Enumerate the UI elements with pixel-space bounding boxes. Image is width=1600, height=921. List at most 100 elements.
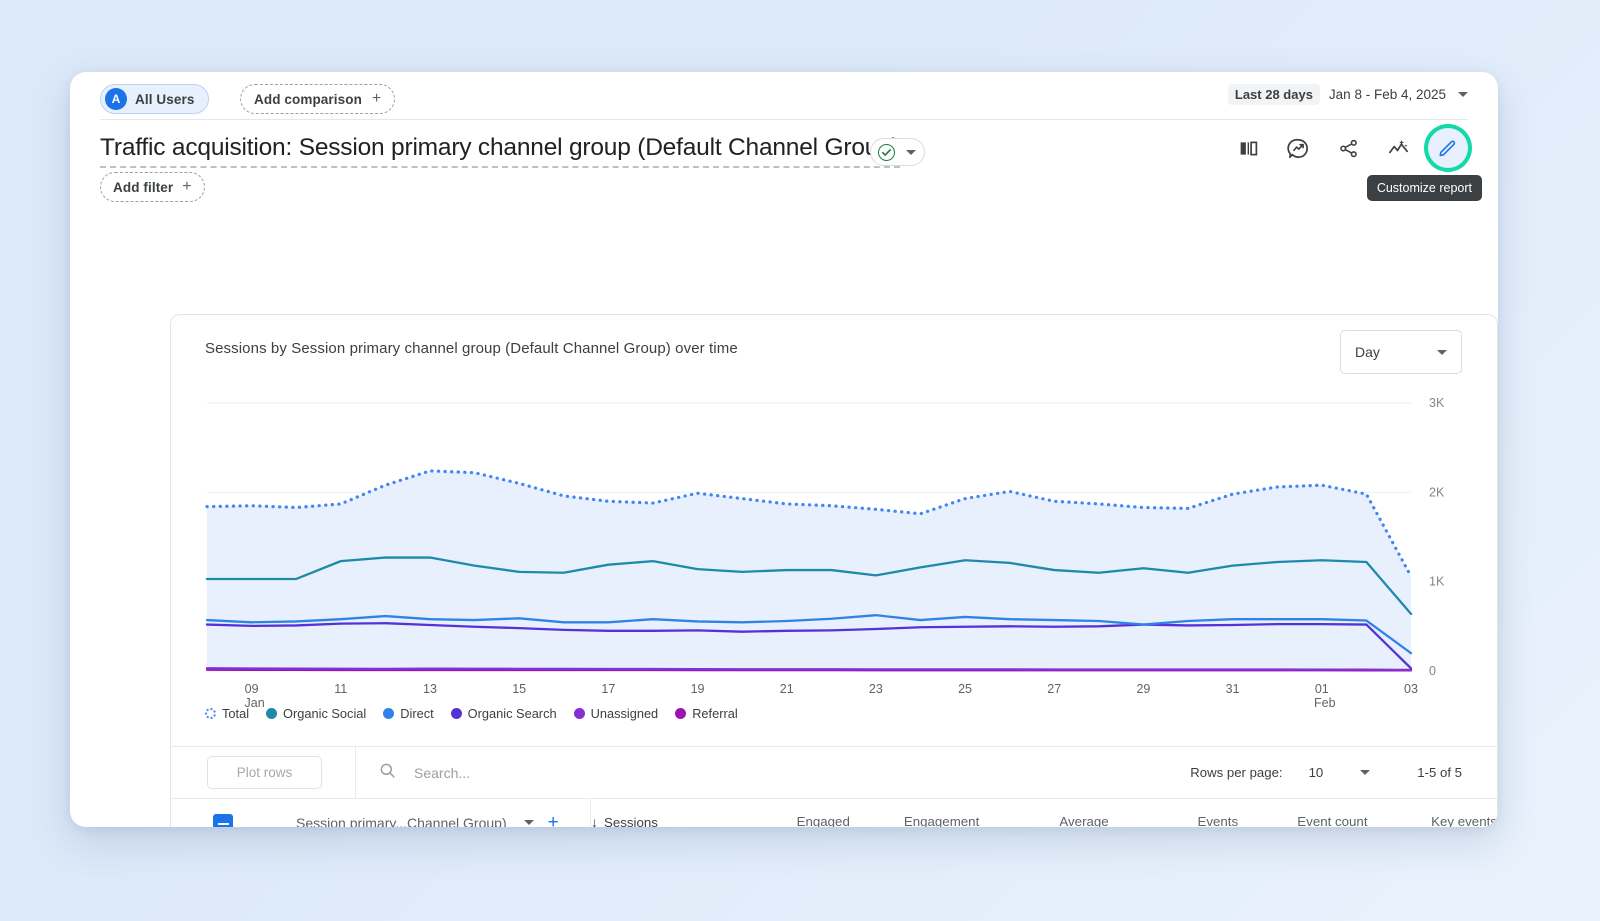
y-axis-tick-1: 1K (1429, 575, 1445, 589)
column-header-line: Key events (1368, 812, 1497, 827)
column-header-text: Event count (1297, 813, 1367, 827)
column-header-text: Engaged (797, 813, 850, 827)
legend-swatch-icon (451, 708, 462, 719)
granularity-dropdown[interactable]: Day (1340, 330, 1462, 374)
legend-swatch-icon (675, 708, 686, 719)
legend-item-organic-social[interactable]: Organic Social (266, 706, 366, 721)
search-input[interactable] (412, 764, 812, 782)
top-bar: A All Users Add comparison + Last 28 day… (100, 72, 1468, 120)
y-axis-tick-2: 2K (1429, 485, 1445, 499)
column-header-text: Average (1059, 813, 1108, 827)
add-filter-label: Add filter (113, 180, 173, 195)
legend-label: Direct (400, 706, 433, 721)
table-controls: Plot rows Rows per page: 10 1-5 of 5 (171, 746, 1497, 798)
x-axis-tick-0: 09 (245, 682, 259, 696)
tooltip-customize-report: Customize report (1367, 175, 1482, 201)
dimension-label: Session primary...Channel Group) (296, 815, 507, 828)
x-axis-tick-2: 13 (423, 682, 437, 696)
add-comparison-button[interactable]: Add comparison + (240, 84, 395, 114)
x-axis-tick-4: 17 (601, 682, 615, 696)
x-axis-tick-6: 21 (780, 682, 794, 696)
column-header-sessions[interactable]: ↓Sessions (591, 799, 720, 827)
column-header-engaged-sessions[interactable]: Engagedsessions (720, 799, 849, 827)
page-title: Traffic acquisition: Session primary cha… (100, 134, 900, 168)
plus-icon: + (372, 91, 381, 107)
chart-card: Sessions by Session primary channel grou… (170, 314, 1498, 827)
report-actions-toolbar: Customize report (1228, 128, 1468, 168)
legend-item-total[interactable]: Total (205, 706, 249, 721)
divider (355, 747, 356, 799)
x-axis-tick-11: 31 (1226, 682, 1240, 696)
rows-per-page-value[interactable]: 10 (1309, 765, 1324, 780)
column-header-text: Engagement (904, 813, 979, 827)
trends-icon[interactable] (1378, 128, 1418, 168)
add-dimension-icon[interactable]: + (548, 813, 559, 827)
date-preset-badge: Last 28 days (1228, 84, 1320, 105)
plot-rows-button[interactable]: Plot rows (207, 756, 322, 789)
legend-item-organic-search[interactable]: Organic Search (451, 706, 557, 721)
compare-icon[interactable] (1228, 128, 1268, 168)
x-axis-tick-12: 01 (1315, 682, 1329, 696)
column-header-key-events[interactable]: Key eventsAll events (1368, 799, 1497, 827)
title-area: Traffic acquisition: Session primary cha… (100, 120, 1468, 198)
legend-label: Organic Social (283, 706, 366, 721)
insights-icon[interactable] (1278, 128, 1318, 168)
x-axis-tick-9: 27 (1047, 682, 1061, 696)
column-header-engagement-rate[interactable]: Engagementrate (850, 799, 979, 827)
chart-legend: Total Organic Social Direct Organic Search U… (205, 706, 738, 721)
chart-svg: 01K2K3K09Jan111315171921232527293101Feb0… (171, 387, 1498, 727)
column-header-line: Engagement (850, 812, 979, 827)
column-header-event-count[interactable]: Event countAll events (1238, 799, 1367, 827)
chart-header: Sessions by Session primary channel grou… (171, 315, 1497, 387)
all-users-segment-chip[interactable]: A All Users (100, 84, 209, 114)
customize-report-button[interactable] (1428, 128, 1468, 168)
y-axis-tick-3: 3K (1429, 396, 1445, 410)
add-filter-button[interactable]: Add filter + (100, 172, 205, 202)
table-header-row: Session primary...Channel Group) + ↓Sess… (171, 798, 1497, 827)
chevron-down-icon[interactable] (1360, 770, 1370, 775)
y-axis-tick-0: 0 (1429, 664, 1436, 678)
column-header-line: Engaged (720, 812, 849, 827)
x-axis-month-12: Feb (1314, 696, 1336, 710)
legend-item-referral[interactable]: Referral (675, 706, 738, 721)
chevron-down-icon (906, 150, 916, 155)
x-axis-tick-8: 25 (958, 682, 972, 696)
column-header-line: Average (979, 812, 1108, 827)
legend-swatch-icon (574, 708, 585, 719)
select-all-checkbox[interactable] (213, 814, 233, 827)
column-header-text: Sessions (604, 814, 658, 827)
chart-title: Sessions by Session primary channel grou… (205, 340, 738, 357)
dimension-selector[interactable]: Session primary...Channel Group) + (296, 813, 559, 827)
legend-item-unassigned[interactable]: Unassigned (574, 706, 659, 721)
column-header-text: Key events (1431, 813, 1497, 827)
legend-item-direct[interactable]: Direct (383, 706, 433, 721)
add-comparison-label: Add comparison (254, 92, 362, 107)
legend-label: Organic Search (468, 706, 557, 721)
legend-swatch-icon (205, 708, 216, 719)
search-box[interactable] (378, 761, 812, 785)
x-axis-tick-1: 11 (334, 682, 347, 696)
legend-swatch-icon (266, 708, 277, 719)
column-header-line: Events (1109, 812, 1238, 827)
x-axis-tick-7: 23 (869, 682, 883, 696)
date-range-picker[interactable]: Last 28 days Jan 8 - Feb 4, 2025 (1228, 84, 1468, 105)
share-icon[interactable] (1328, 128, 1368, 168)
time-series-plot: 01K2K3K09Jan111315171921232527293101Feb0… (171, 387, 1497, 727)
x-axis-tick-10: 29 (1136, 682, 1150, 696)
x-axis-tick-13: 03 (1404, 682, 1418, 696)
column-header-events-per-session[interactable]: Eventspersession (1109, 799, 1238, 827)
plus-icon: + (182, 179, 191, 195)
date-range-value: Jan 8 - Feb 4, 2025 (1329, 87, 1446, 102)
pagination-range: 1-5 of 5 (1417, 765, 1462, 780)
dimension-column-header: Session primary...Channel Group) + (171, 799, 591, 827)
chevron-down-icon (1437, 350, 1447, 355)
search-icon (378, 761, 397, 785)
chevron-down-icon[interactable] (524, 820, 534, 825)
report-status-control[interactable] (870, 138, 925, 166)
legend-label: Unassigned (591, 706, 659, 721)
x-axis-tick-3: 15 (512, 682, 526, 696)
column-header-average-engagement-time-per-session[interactable]: Averageengagementtime persession (979, 799, 1108, 827)
pagination-controls: Rows per page: 10 1-5 of 5 (1190, 765, 1462, 780)
granularity-value: Day (1355, 344, 1380, 360)
all-users-label: All Users (135, 92, 194, 107)
